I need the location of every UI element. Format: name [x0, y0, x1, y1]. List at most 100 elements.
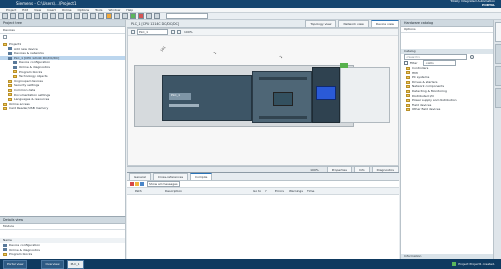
inspector-subtabs: General Cross-references Compile — [127, 173, 399, 181]
device-dropdown[interactable]: PLC_1 — [137, 29, 168, 35]
portal-view-button[interactable]: Portal view — [3, 259, 28, 269]
device-view-canvas[interactable]: PLC_1 100% 101 1 2 PLC_1 — [127, 28, 399, 166]
new-project-icon[interactable] — [2, 13, 8, 19]
side-tab-hardware-catalog[interactable] — [495, 22, 501, 42]
side-tab-libraries[interactable] — [495, 88, 501, 108]
project-tree-header: Project tree — [0, 20, 125, 27]
split-editor-icon[interactable] — [154, 13, 160, 19]
tab-network-view[interactable]: Network view — [338, 20, 369, 27]
open-project-icon[interactable] — [10, 13, 16, 19]
plc-name-label: PLC_1 — [171, 93, 180, 97]
folder-icon — [406, 66, 410, 70]
signal-board-module[interactable] — [312, 67, 340, 123]
device-icon — [8, 56, 12, 60]
compile-icon[interactable] — [82, 13, 88, 19]
folder-icon — [406, 85, 410, 89]
details-item[interactable]: Program blocks — [0, 252, 125, 257]
upload-icon[interactable] — [98, 13, 104, 19]
cross-reference-icon[interactable] — [146, 13, 152, 19]
details-module-label: Module — [0, 224, 125, 230]
zoom-readout[interactable]: 100% — [310, 168, 319, 172]
subtab-cross-references[interactable]: Cross-references — [152, 173, 189, 180]
canvas-toolbar: PLC_1 100% — [128, 29, 398, 36]
download-icon[interactable] — [90, 13, 96, 19]
cpu-front[interactable] — [252, 71, 312, 123]
device-icon — [8, 47, 12, 51]
cpu-label-plate: PLC_1 — [169, 93, 191, 100]
delete-icon[interactable] — [58, 13, 64, 19]
tree-item[interactable]: Card Reader/USB memory — [0, 106, 125, 111]
menu-help[interactable]: Help — [126, 8, 133, 13]
project-tree-panel: Project tree Devices Project1 Add new dev… — [0, 20, 126, 216]
paste-icon[interactable] — [50, 13, 56, 19]
show-overview-icon[interactable] — [3, 35, 7, 39]
search-icon[interactable] — [470, 55, 474, 59]
zoom-level[interactable]: 100% — [184, 30, 193, 34]
menu-insert[interactable]: Insert — [47, 8, 56, 13]
catalog-item[interactable]: Other field devices — [401, 107, 493, 112]
folder-icon — [13, 74, 17, 78]
tab-device-view[interactable]: Device view — [370, 20, 399, 27]
folder-icon — [3, 252, 7, 256]
details-item-label: Program blocks — [9, 252, 33, 257]
editor-title: PLC_1 [CPU 1214C DC/DC/DC] — [131, 21, 180, 26]
folder-icon — [406, 75, 410, 79]
bottom-bar: Portal view Overview PLC_1 Project Proje… — [0, 259, 501, 269]
empty-slot-area[interactable] — [340, 67, 390, 123]
hardware-catalog-taskcard: Hardware catalog Options Catalog <Search… — [400, 20, 493, 259]
menu-window[interactable]: Window — [108, 8, 120, 13]
task-card-tabs — [493, 20, 501, 259]
folder-icon — [3, 107, 7, 111]
print-icon[interactable] — [26, 13, 32, 19]
folder-icon — [406, 103, 410, 107]
slot-label-1: 1 — [212, 50, 218, 56]
plc-editor-button[interactable]: PLC_1 — [66, 259, 84, 269]
folder-icon — [3, 42, 7, 46]
search-project-field[interactable] — [166, 13, 208, 19]
subtab-compile[interactable]: Compile — [190, 173, 213, 180]
details-view-header: Details view — [0, 217, 125, 224]
stop-cpu-icon[interactable] — [138, 13, 144, 19]
terminal-strip-bottom — [259, 116, 307, 119]
message-filter-dropdown[interactable]: Show all messages — [147, 181, 180, 187]
warning-filter-icon[interactable] — [135, 182, 139, 186]
menu-options[interactable]: Options — [78, 8, 90, 13]
tab-topology-view[interactable]: Topology view — [305, 20, 337, 27]
filter-checkbox[interactable] — [404, 61, 408, 65]
col-goto: Go to — [253, 189, 262, 193]
catalog-list: Controllers HMI PC systems Drives & starter… — [401, 66, 493, 112]
filter-label: Filter — [410, 61, 418, 65]
zoom-in-icon[interactable] — [171, 30, 175, 34]
save-project-icon[interactable] — [18, 13, 24, 19]
start-cpu-icon[interactable] — [130, 13, 136, 19]
go-offline-icon[interactable] — [114, 13, 120, 19]
menu-project[interactable]: Project — [6, 8, 16, 13]
window-title: Siemens - C:\Users\...\Project1 — [16, 1, 77, 6]
overview-button[interactable]: Overview — [41, 259, 64, 269]
hmi-screen — [316, 86, 336, 100]
go-online-icon[interactable] — [106, 13, 112, 19]
menu-edit[interactable]: Edit — [22, 8, 28, 13]
brand-line2: PORTAL — [482, 2, 495, 7]
copy-icon[interactable] — [42, 13, 48, 19]
menu-tools[interactable]: Tools — [95, 8, 102, 13]
folder-icon — [8, 93, 12, 97]
subtab-general[interactable]: General — [129, 173, 151, 180]
error-filter-icon[interactable] — [130, 182, 134, 186]
menu-view[interactable]: View — [34, 8, 41, 13]
redo-icon[interactable] — [74, 13, 80, 19]
zoom-out-icon[interactable] — [177, 30, 181, 34]
terminal-strip-top — [259, 77, 307, 80]
side-tab-online-tools[interactable] — [495, 44, 501, 64]
cut-icon[interactable] — [34, 13, 40, 19]
cpu-module[interactable]: PLC_1 — [162, 75, 252, 121]
profile-dropdown[interactable]: <All> — [423, 60, 457, 66]
undo-icon[interactable] — [66, 13, 72, 19]
tree-list: Project1 Add new device Devices & networks… — [0, 40, 125, 111]
side-tab-tasks[interactable] — [495, 66, 501, 86]
slot-label-2: 2 — [278, 54, 284, 60]
menu-online[interactable]: Online — [62, 8, 72, 13]
accessible-devices-icon[interactable] — [122, 13, 128, 19]
folder-icon — [8, 79, 12, 83]
info-filter-icon[interactable] — [140, 182, 144, 186]
